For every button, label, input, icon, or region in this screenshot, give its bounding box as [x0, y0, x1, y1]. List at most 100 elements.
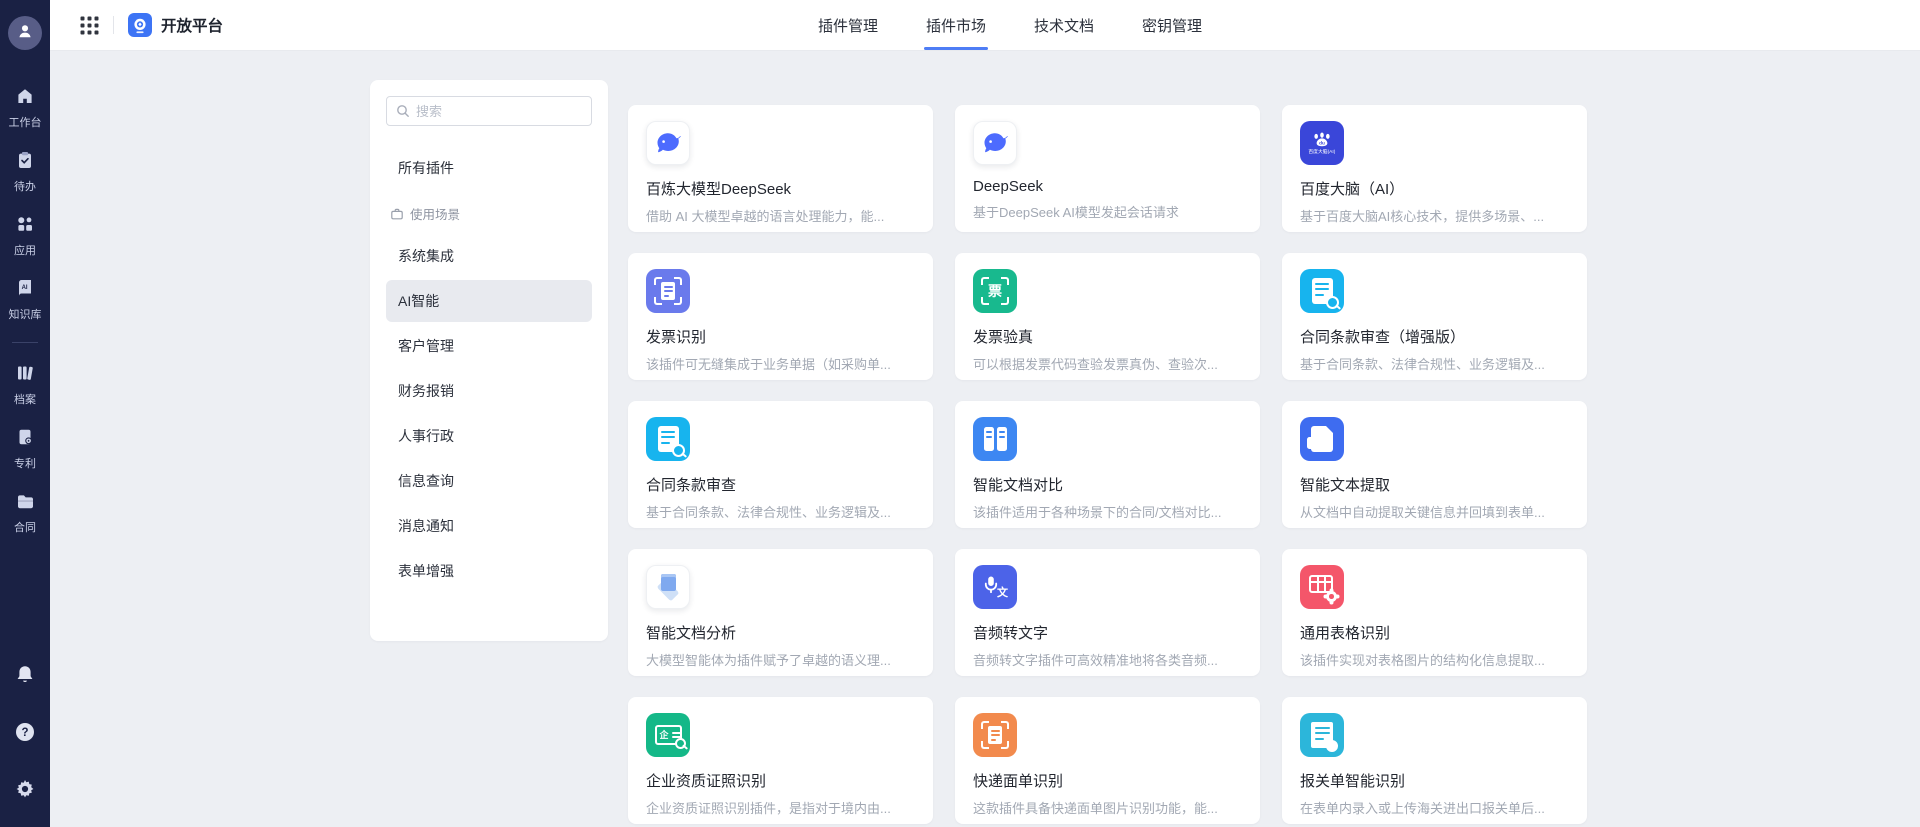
plugin-card[interactable]: DeepSeek 基于DeepSeek AI模型发起会话请求: [955, 105, 1260, 232]
settings-button[interactable]: [14, 778, 36, 805]
tab-technical-docs[interactable]: 技术文档: [1034, 0, 1094, 50]
plugin-name: 发票验真: [973, 326, 1242, 347]
audio-to-text-icon: 文: [973, 565, 1017, 609]
tab-plugin-management[interactable]: 插件管理: [818, 0, 878, 50]
plugin-name: 报关单智能识别: [1300, 770, 1569, 791]
help-icon: ?: [14, 721, 36, 748]
plugin-card[interactable]: 文 音频转文字 音频转文字插件可高效精准地将各类音频...: [955, 549, 1260, 676]
sidebar-item-label: 合同: [14, 519, 36, 535]
plugin-name: 合同条款审查: [646, 474, 915, 495]
text-extract-icon: T: [1300, 417, 1344, 461]
sidebar-item-label: 知识库: [9, 306, 42, 322]
knowledge-base-icon: AI: [15, 278, 35, 303]
plugin-name: 百炼大模型DeepSeek: [646, 178, 915, 199]
open-platform-app: 工作台 待办 应用 AI 知识库 档案 专利: [0, 0, 1920, 827]
plugin-name: 智能文档分析: [646, 622, 915, 643]
filter-all-plugins[interactable]: 所有插件: [386, 148, 592, 188]
plugin-name: 百度大脑（AI）: [1300, 178, 1569, 199]
plugin-card[interactable]: 智能文档分析 大模型智能体为插件赋予了卓越的语义理...: [628, 549, 933, 676]
svg-text:?: ?: [21, 727, 28, 739]
patent-document-icon: [15, 427, 35, 452]
plugin-card[interactable]: 百炼大模型DeepSeek 借助 AI 大模型卓越的语言处理能力，能...: [628, 105, 933, 232]
tab-plugin-marketplace[interactable]: 插件市场: [926, 0, 986, 50]
sidebar-bottom: ?: [0, 664, 50, 805]
category-item-selected[interactable]: AI智能: [386, 280, 592, 322]
category-item[interactable]: 表单增强: [386, 550, 592, 592]
sidebar-item-contract[interactable]: 合同: [0, 489, 50, 537]
plugin-desc: 在表单内录入或上传海关进出口报关单后...: [1300, 798, 1569, 817]
contract-folder-icon: [15, 491, 35, 516]
doc-compare-icon: [973, 417, 1017, 461]
category-item[interactable]: 财务报销: [386, 370, 592, 412]
invoice-ocr-icon: [646, 269, 690, 313]
sidebar-nav: 工作台 待办 应用 AI 知识库 档案 专利: [0, 84, 50, 537]
sidebar-item-label: 应用: [14, 242, 36, 258]
plugin-market-page: 所有插件 使用场景 系统集成 AI智能 客户管理 财务报销 人事行政 信息查询 …: [50, 50, 1920, 827]
sidebar-item-patent[interactable]: 专利: [0, 425, 50, 473]
sidebar-item-label: 待办: [14, 178, 36, 194]
plugin-card[interactable]: 发票识别 该插件可无缝集成于业务单据（如采购单...: [628, 253, 933, 380]
sidebar-item-label: 档案: [14, 391, 36, 407]
plugin-card[interactable]: 通用表格识别 该插件实现对表格图片的结构化信息提取...: [1282, 549, 1587, 676]
briefcase-icon: [390, 207, 404, 221]
open-platform-logo-icon: [128, 13, 152, 37]
plugin-desc: 该插件适用于各种场景下的合同/文档对比...: [973, 502, 1242, 521]
search-input[interactable]: [416, 104, 582, 119]
contract-review-icon: [646, 417, 690, 461]
category-item[interactable]: 消息通知: [386, 505, 592, 547]
plugin-desc: 可以根据发票代码查验发票真伪、查验次...: [973, 354, 1242, 373]
left-sidebar: 工作台 待办 应用 AI 知识库 档案 专利: [0, 0, 50, 827]
settings-gear-icon: [14, 778, 36, 805]
plugin-card[interactable]: 快递面单识别 这款插件具备快递面单图片识别功能，能...: [955, 697, 1260, 824]
brand-area: 开放平台: [80, 13, 223, 37]
plugin-grid: 百炼大模型DeepSeek 借助 AI 大模型卓越的语言处理能力，能... De…: [628, 105, 1587, 827]
search-box: [386, 96, 592, 126]
sidebar-item-todo[interactable]: 待办: [0, 148, 50, 196]
plugin-card[interactable]: 合同条款审查 基于合同条款、法律合规性、业务逻辑及...: [628, 401, 933, 528]
plugin-name: 企业资质证照识别: [646, 770, 915, 791]
plugin-name: 智能文档对比: [973, 474, 1242, 495]
plugin-desc: 该插件可无缝集成于业务单据（如采购单...: [646, 354, 915, 373]
contract-review-icon: [1300, 269, 1344, 313]
user-avatar[interactable]: [8, 16, 42, 50]
invoice-verify-icon: 票: [973, 269, 1017, 313]
plugin-card[interactable]: › 报关单智能识别 在表单内录入或上传海关进出口报关单后...: [1282, 697, 1587, 824]
sidebar-item-archive[interactable]: 档案: [0, 361, 50, 409]
plugin-card[interactable]: 企 企业资质证照识别 企业资质证照识别插件，是指对于境内由...: [628, 697, 933, 824]
plugin-name: 通用表格识别: [1300, 622, 1569, 643]
plugin-desc: 这款插件具备快递面单图片识别功能，能...: [973, 798, 1242, 817]
doc-analysis-icon: [646, 565, 690, 609]
sidebar-item-apps[interactable]: 应用: [0, 212, 50, 260]
plugin-card[interactable]: 智能文档对比 该插件适用于各种场景下的合同/文档对比...: [955, 401, 1260, 528]
person-icon: [16, 22, 34, 45]
category-item[interactable]: 人事行政: [386, 415, 592, 457]
baidu-brain-icon: du 百度大脑(AI): [1300, 121, 1344, 165]
plugin-card[interactable]: T 智能文本提取 从文档中自动提取关键信息并回填到表单...: [1282, 401, 1587, 528]
plugin-name: 音频转文字: [973, 622, 1242, 643]
help-button[interactable]: ?: [14, 721, 36, 748]
apps-launcher-icon[interactable]: [80, 16, 99, 35]
category-list: 系统集成 AI智能 客户管理 财务报销 人事行政 信息查询 消息通知 表单增强: [386, 235, 592, 592]
plugin-desc: 大模型智能体为插件赋予了卓越的语义理...: [646, 650, 915, 669]
category-item[interactable]: 信息查询: [386, 460, 592, 502]
plugin-desc: 从文档中自动提取关键信息并回填到表单...: [1300, 502, 1569, 521]
search-icon: [396, 104, 410, 118]
waybill-ocr-icon: [973, 713, 1017, 757]
category-item[interactable]: 系统集成: [386, 235, 592, 277]
plugin-card[interactable]: 票 发票验真 可以根据发票代码查验发票真伪、查验次...: [955, 253, 1260, 380]
filter-group-usage-scenes: 使用场景: [386, 196, 592, 231]
plugin-card[interactable]: du 百度大脑(AI) 百度大脑（AI） 基于百度大脑AI核心技术，提供多场景、…: [1282, 105, 1587, 232]
plugin-desc: 基于DeepSeek AI模型发起会话请求: [973, 202, 1242, 221]
category-item[interactable]: 客户管理: [386, 325, 592, 367]
sidebar-item-label: 工作台: [9, 114, 42, 130]
plugin-desc: 音频转文字插件可高效精准地将各类音频...: [973, 650, 1242, 669]
sidebar-item-knowledge-base[interactable]: AI 知识库: [0, 276, 50, 324]
plugin-name: 发票识别: [646, 326, 915, 347]
notifications-button[interactable]: [15, 664, 35, 691]
plugin-name: 合同条款审查（增强版）: [1300, 326, 1569, 347]
topbar: 开放平台 插件管理 插件市场 技术文档 密钥管理: [50, 0, 1920, 50]
sidebar-item-workbench[interactable]: 工作台: [0, 84, 50, 132]
plugin-desc: 借助 AI 大模型卓越的语言处理能力，能...: [646, 206, 915, 225]
plugin-card[interactable]: 合同条款审查（增强版） 基于合同条款、法律合规性、业务逻辑及...: [1282, 253, 1587, 380]
tab-key-management[interactable]: 密钥管理: [1142, 0, 1202, 50]
